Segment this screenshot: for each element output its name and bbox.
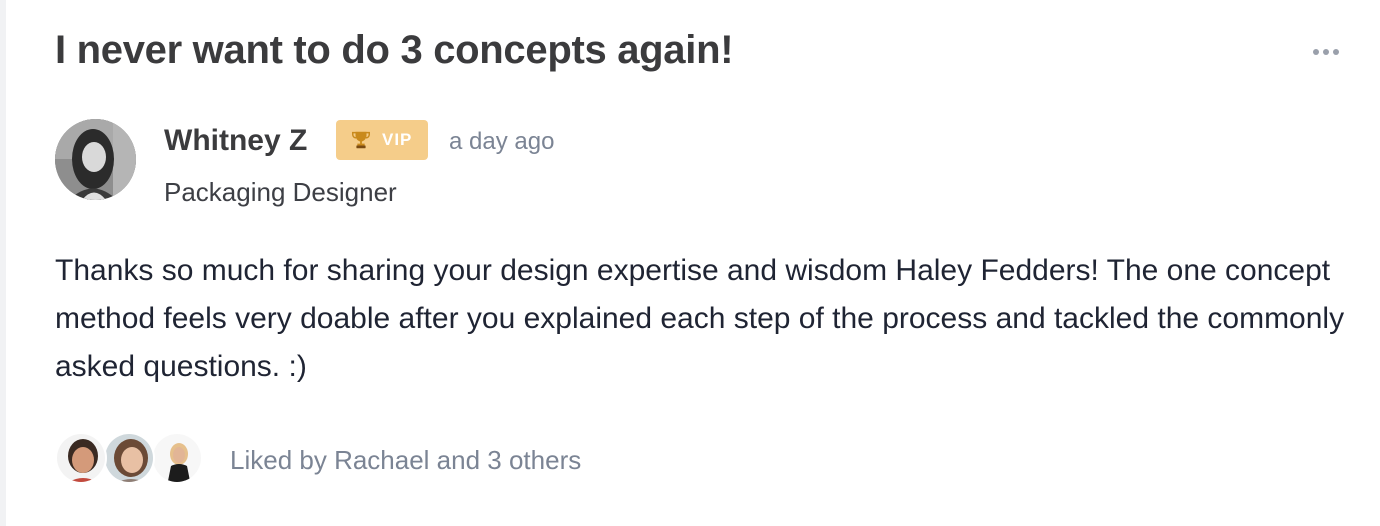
more-options-button[interactable]	[1306, 40, 1346, 64]
vip-badge-label: VIP	[382, 130, 413, 149]
post-card: I never want to do 3 concepts again! Whi…	[0, 0, 1380, 526]
author-role: Packaging Designer	[164, 177, 397, 207]
liker-avatar-image	[153, 434, 201, 482]
liker-avatar[interactable]	[151, 432, 203, 484]
more-dot	[1333, 49, 1339, 55]
author-name[interactable]: Whitney Z	[164, 124, 307, 158]
post-timestamp[interactable]: a day ago	[449, 128, 554, 156]
liker-avatar[interactable]	[55, 432, 107, 484]
liker-avatar[interactable]	[103, 432, 155, 484]
liker-avatar-image	[57, 434, 105, 482]
vip-badge: VIP	[336, 120, 428, 160]
liker-avatars[interactable]	[55, 432, 215, 484]
liked-by-text[interactable]: Liked by Rachael and 3 others	[230, 445, 581, 476]
post-title: I never want to do 3 concepts again!	[55, 28, 734, 72]
author-avatar[interactable]	[55, 119, 136, 200]
more-horizontal-icon	[1313, 49, 1319, 55]
post-body: Thanks so much for sharing your design e…	[55, 254, 1345, 383]
author-avatar-image	[55, 119, 136, 200]
liker-avatar-image	[105, 434, 153, 482]
trophy-icon	[352, 131, 370, 149]
more-dot	[1323, 49, 1329, 55]
